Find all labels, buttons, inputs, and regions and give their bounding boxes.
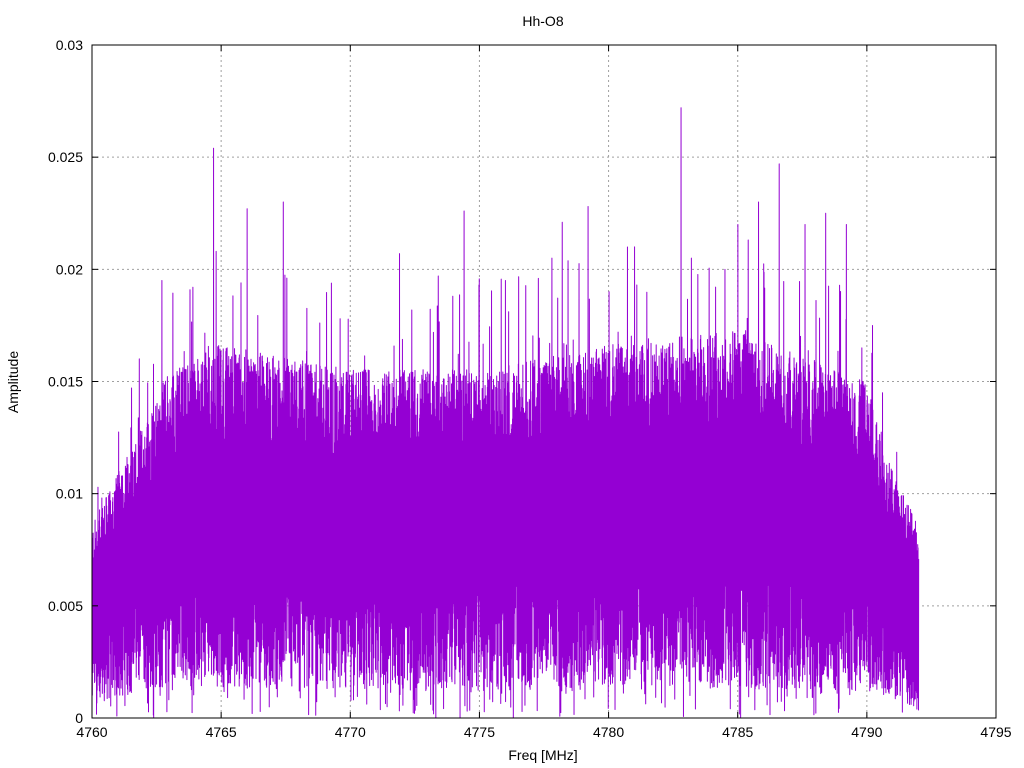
x-tick-label: 4765 — [206, 724, 237, 740]
y-tick-labels: 0 0.005 0.01 0.015 0.02 0.025 0.03 — [48, 37, 83, 726]
x-tick-label: 4795 — [980, 724, 1011, 740]
x-tick-label: 4770 — [335, 724, 366, 740]
y-tick-label: 0.03 — [56, 37, 83, 53]
chart-title: Hh-O8 — [522, 13, 563, 29]
y-axis-label: Amplitude — [5, 351, 21, 413]
y-tick-label: 0.01 — [56, 486, 83, 502]
y-tick-label: 0 — [75, 710, 83, 726]
x-tick-label: 4785 — [722, 724, 753, 740]
x-axis-label: Freq [MHz] — [508, 747, 577, 763]
x-tick-label: 4760 — [76, 724, 107, 740]
x-tick-label: 4780 — [593, 724, 624, 740]
spectrum-trace — [91, 107, 920, 719]
chart: Hh-O8 4760 4765 4770 4775 4780 4785 4790 4795 0… — [5, 13, 1012, 763]
x-tick-label: 4790 — [851, 724, 882, 740]
y-tick-label: 0.015 — [48, 374, 83, 390]
y-tick-label: 0.005 — [48, 598, 83, 614]
y-tick-label: 0.025 — [48, 149, 83, 165]
x-tick-label: 4775 — [464, 724, 495, 740]
series — [91, 107, 920, 719]
y-tick-label: 0.02 — [56, 261, 83, 277]
x-tick-labels: 4760 4765 4770 4775 4780 4785 4790 4795 — [76, 724, 1011, 740]
